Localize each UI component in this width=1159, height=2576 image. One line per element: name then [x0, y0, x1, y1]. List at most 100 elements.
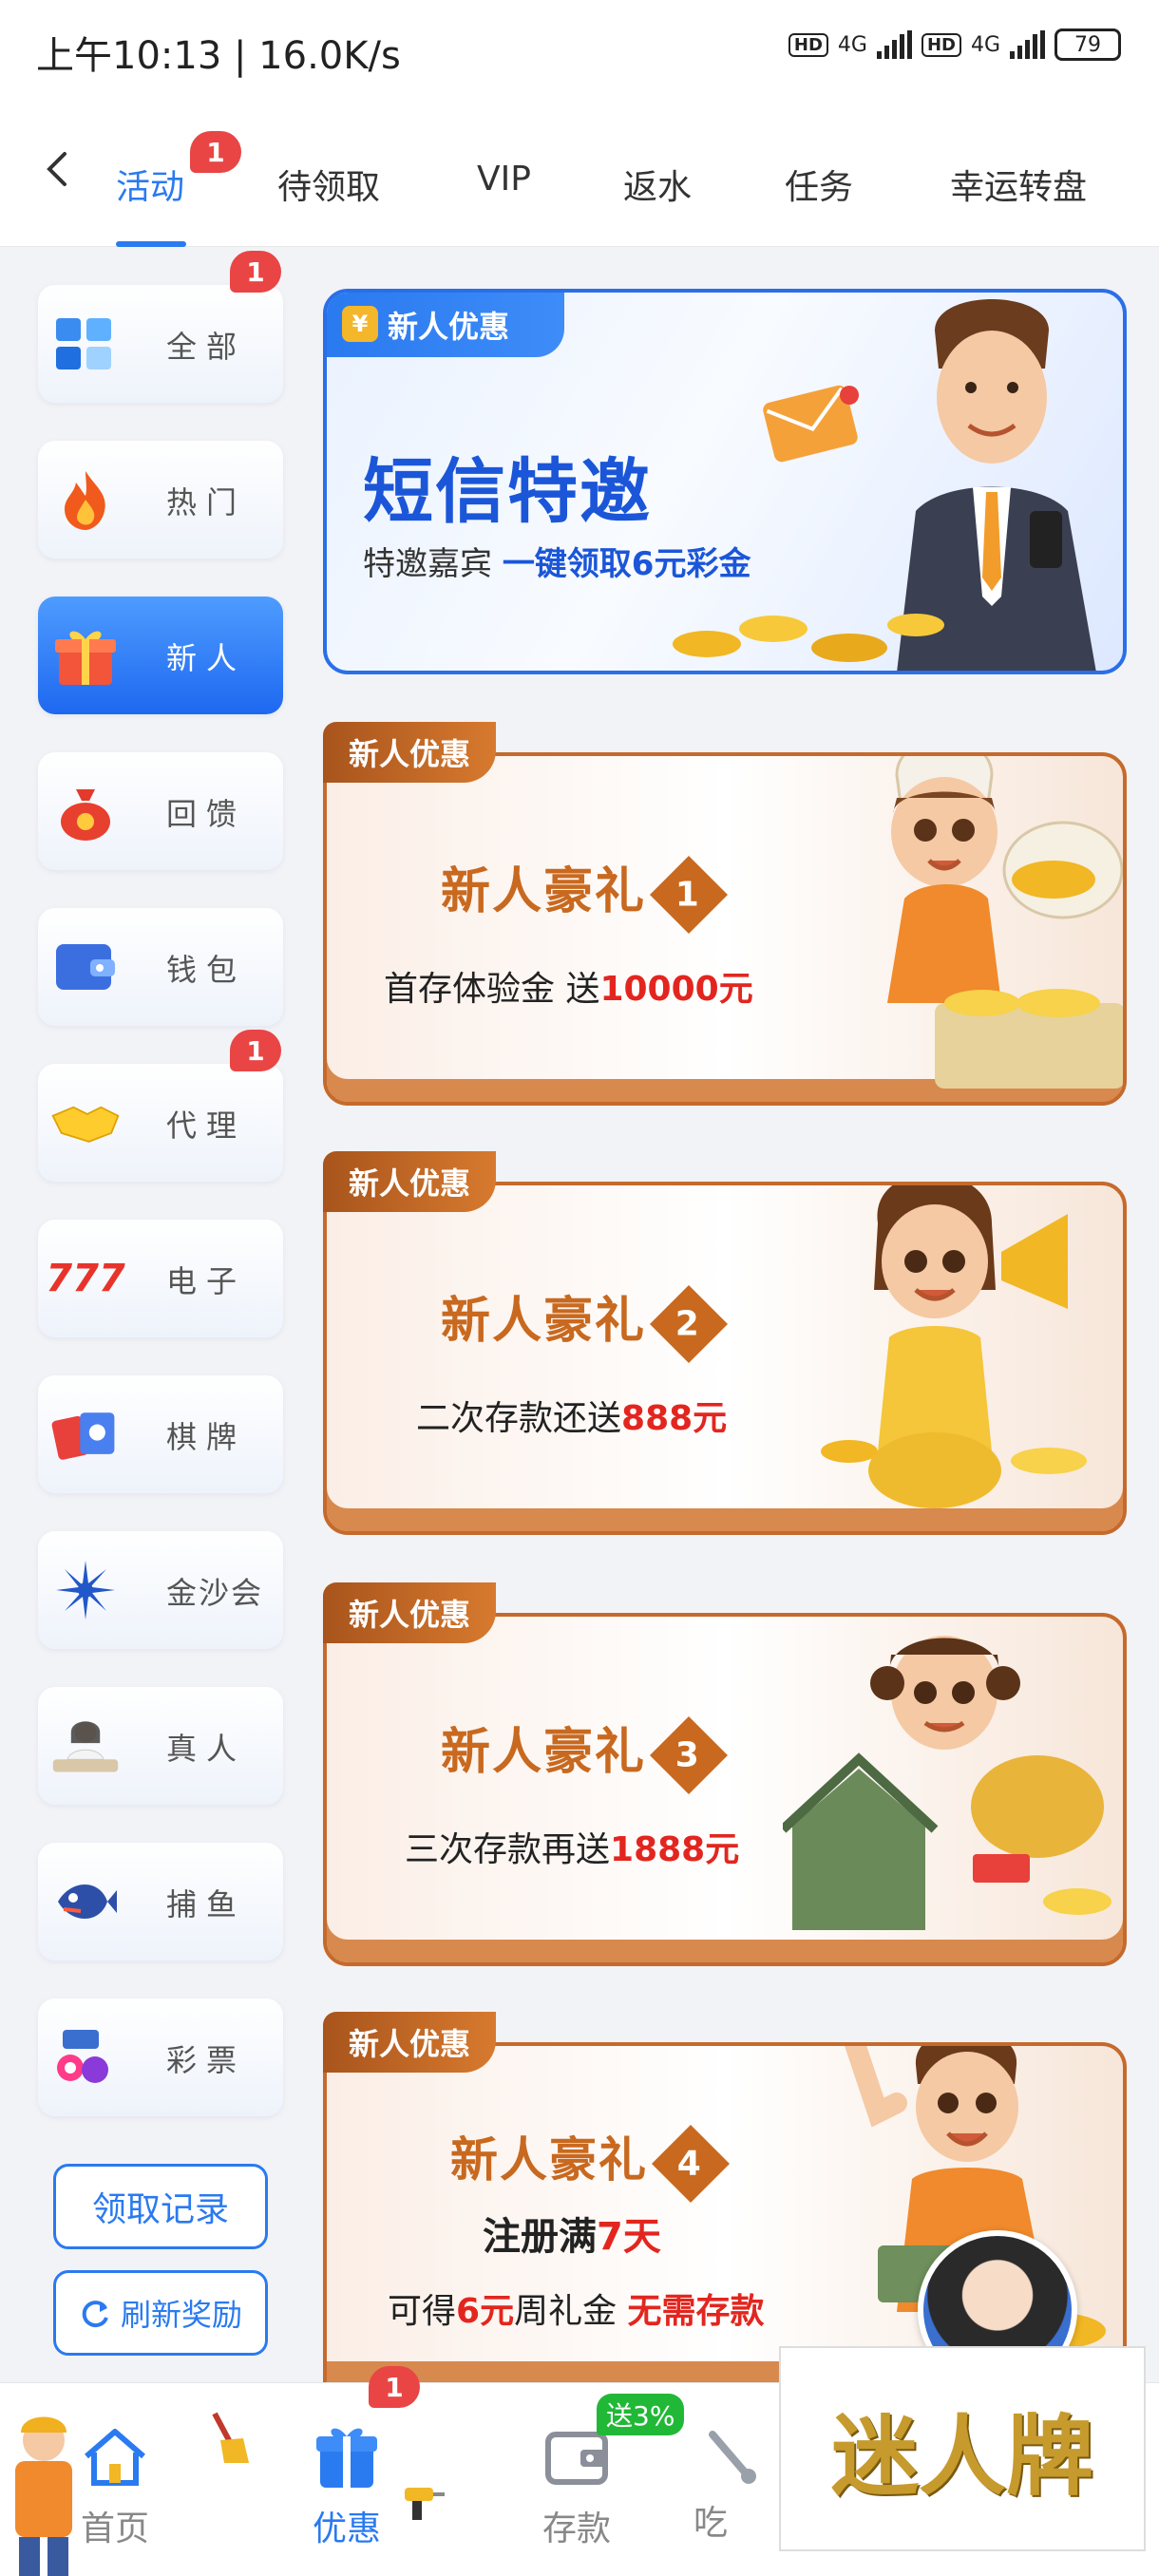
nav-home-label: 首页	[80, 2510, 149, 2548]
refresh-rewards-label: 刷新奖励	[120, 2297, 242, 2333]
top-nav: 活动 1 待领取 VIP 返水 任务 幸运转盘	[0, 104, 1159, 247]
hd-icon: HD	[788, 32, 828, 57]
sidebar-item-all[interactable]: 全部	[38, 285, 283, 403]
gift-banner-1[interactable]: 新人豪礼 1 首存体验金 送10000元	[323, 752, 1127, 1106]
tab-vip[interactable]: VIP	[477, 160, 531, 199]
nav-home[interactable]: 首页	[44, 2419, 186, 2550]
sidebar-agent-badge: 1	[230, 1030, 281, 1071]
status-bar: 上午10:13 | 16.0K/s HD 4G HD 4G 79	[0, 0, 1159, 104]
tab-activity-badge: 1	[190, 131, 241, 173]
gift-desc-plain: 注册满	[483, 2215, 597, 2259]
gift-desc-amount: 1888元	[610, 1830, 740, 1869]
status-time: 上午10:13 | 16.0K/s	[36, 34, 401, 78]
sidebar-item-slots[interactable]: 777 电子	[38, 1220, 283, 1337]
gift-desc-plain: 首存体验金 送	[384, 970, 600, 1009]
sidebar-all-badge: 1	[230, 251, 281, 293]
sidebar-item-lottery[interactable]: 彩票	[38, 1998, 283, 2116]
deposit-promo-badge: 送3%	[597, 2394, 685, 2435]
handshake-icon	[49, 1089, 122, 1157]
gift-desc-plain: 可得	[388, 2292, 457, 2331]
money-bag-icon	[49, 777, 122, 845]
sidebar-item-feedback[interactable]: 回馈	[38, 752, 283, 870]
newcomer-tag: 新人优惠	[323, 2012, 496, 2073]
gift-number: 2	[675, 1304, 702, 1344]
banner-title: 短信特邀	[363, 451, 652, 533]
gift-title: 新人豪礼 4	[450, 2122, 731, 2203]
gift-description: 二次存款还送888元	[416, 1391, 727, 1440]
cards-icon	[49, 1400, 122, 1468]
live-dealer-icon	[49, 1712, 122, 1780]
nav-promotions-label: 优惠	[312, 2510, 381, 2548]
nav-promotions-badge: 1	[369, 2366, 420, 2408]
tab-pending[interactable]: 待领取	[277, 160, 380, 209]
gift-number-badge: 2	[650, 1284, 729, 1364]
newcomer-tag: 新人优惠	[323, 1582, 496, 1643]
sidebar-item-live[interactable]: 真人	[38, 1687, 283, 1805]
sidebar-item-label: 捕鱼	[166, 1886, 247, 1923]
claim-records-button[interactable]: 领取记录	[53, 2164, 268, 2249]
lottery-icon	[49, 2023, 122, 2092]
gift-number-badge: 3	[650, 1715, 729, 1795]
sidebar-item-label: 新人	[166, 640, 247, 676]
network-label-2: 4G	[970, 32, 1000, 57]
gift-desc-plain-2: 周礼金	[514, 2292, 618, 2331]
gift-number: 4	[677, 2144, 704, 2183]
sidebar-item-label: 回馈	[166, 796, 247, 832]
drill-icon	[405, 2488, 445, 2520]
sidebar-item-label: 钱包	[166, 952, 247, 988]
fire-icon	[49, 465, 122, 534]
nav-promotions[interactable]: 优惠	[276, 2419, 418, 2550]
gift-title-text: 新人豪礼	[441, 1293, 647, 1350]
broom-icon	[212, 2412, 249, 2463]
sidebar-item-label: 彩票	[166, 2042, 247, 2078]
tab-rebate[interactable]: 返水	[623, 160, 692, 209]
nav-deposit[interactable]: 存款	[505, 2419, 648, 2550]
gift-title: 新人豪礼 2	[441, 1280, 729, 1364]
boy-piggybank-illustration	[887, 756, 1123, 1089]
gift-title: 新人豪礼 3	[441, 1712, 729, 1795]
sidebar-item-cards[interactable]: 棋牌	[38, 1375, 283, 1493]
gift-description-line2: 可得6元周礼金 无需存款	[388, 2283, 765, 2333]
banner-subtitle: 特邀嘉宾 一键领取6元彩金	[363, 538, 750, 584]
banner-subtitle-plain: 特邀嘉宾	[363, 545, 492, 583]
signal-icon-2	[1010, 30, 1045, 59]
sidebar-item-jinsha[interactable]: 金沙会	[38, 1531, 283, 1649]
network-label: 4G	[837, 32, 867, 57]
tab-tasks[interactable]: 任务	[785, 160, 853, 209]
gift-desc-days: 7天	[597, 2215, 661, 2259]
back-arrow-icon[interactable]	[38, 150, 76, 188]
wrench-icon	[694, 2419, 770, 2495]
sidebar-item-wallet[interactable]: 钱包	[38, 908, 283, 1026]
gift-number: 3	[675, 1735, 702, 1775]
sidebar-item-fishing[interactable]: 捕鱼	[38, 1843, 283, 1960]
newcomer-tag: 新人优惠	[323, 1151, 496, 1212]
claim-records-label: 领取记录	[91, 2190, 229, 2229]
sidebar-item-hot[interactable]: 热门	[38, 441, 283, 559]
battery-icon: 79	[1054, 28, 1121, 61]
gift-desc-plain: 二次存款还送	[416, 1399, 622, 1438]
newcomer-tag: ¥ 新人优惠	[327, 293, 564, 357]
slots-777-icon: 777	[46, 1257, 125, 1300]
refresh-rewards-button[interactable]: 刷新奖励	[53, 2270, 268, 2356]
sidebar-item-newcomer[interactable]: 新人	[38, 597, 283, 714]
tab-activity[interactable]: 活动	[116, 160, 184, 209]
sidebar-item-agent[interactable]: 代理	[38, 1064, 283, 1182]
gift-banner-2[interactable]: 新人豪礼 2 二次存款还送888元	[323, 1182, 1127, 1535]
gift-box-icon	[309, 2419, 385, 2495]
wallet-icon	[49, 933, 122, 1001]
sidebar-item-label: 电子	[166, 1263, 247, 1299]
gift-number-badge: 1	[650, 855, 729, 935]
sidebar-item-label: 真人	[166, 1731, 247, 1767]
gift-desc-plain: 三次存款再送	[405, 1830, 611, 1869]
sms-invite-banner[interactable]: ¥ 新人优惠 短信特邀 特邀嘉宾 一键领取6元彩金	[323, 289, 1127, 674]
brand-logo: 迷人牌	[779, 2346, 1146, 2551]
banner-subtitle-highlight: 一键领取6元彩金	[502, 545, 751, 583]
sunburst-icon	[49, 1556, 122, 1624]
gift-description: 三次存款再送1888元	[405, 1822, 739, 1871]
gift-description: 首存体验金 送10000元	[384, 961, 753, 1011]
coin-icon: ¥	[342, 306, 378, 342]
sidebar-item-label: 金沙会	[166, 1575, 264, 1611]
fish-icon	[49, 1867, 122, 1936]
tab-lucky-wheel[interactable]: 幸运转盘	[950, 160, 1087, 209]
gift-banner-3[interactable]: 新人豪礼 3 三次存款再送1888元	[323, 1613, 1127, 1966]
